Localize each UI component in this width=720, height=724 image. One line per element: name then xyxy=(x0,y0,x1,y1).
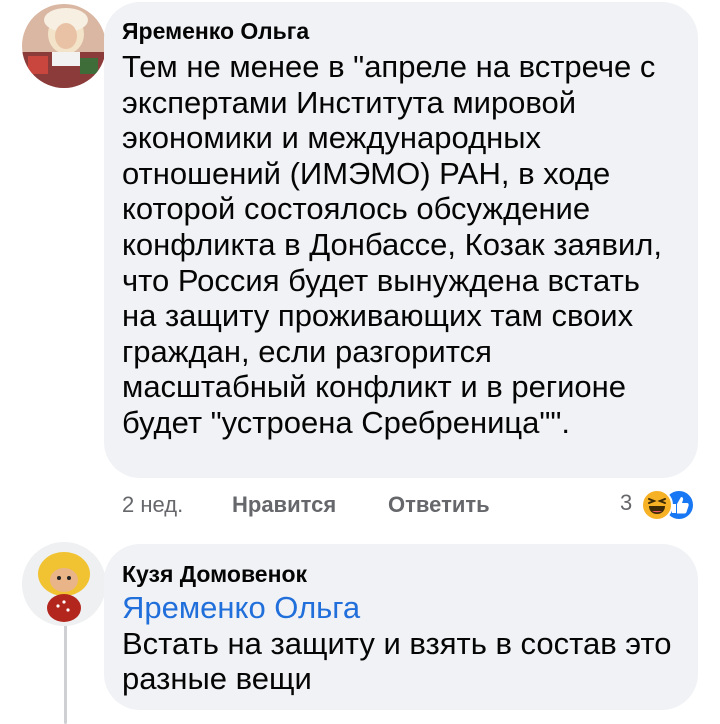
like-button[interactable]: Нравится xyxy=(232,492,336,518)
avatar-photo xyxy=(22,542,106,626)
comment-text-line: граждан, если разгорится xyxy=(122,333,492,369)
comment-text-line: экспертами Института мировой xyxy=(122,84,577,120)
comment-text-line: которой состоялось обсуждение xyxy=(122,191,591,227)
avatar[interactable] xyxy=(22,4,106,88)
reaction-count: 3 xyxy=(620,490,633,515)
reaction-summary[interactable]: 3 xyxy=(620,488,704,522)
comment-text-line: Тем не менее в "апреле на встрече с xyxy=(122,49,656,84)
haha-icon xyxy=(640,488,674,527)
comment-text-line: конфликта в Донбассе, Козак заявил, xyxy=(122,226,662,262)
avatar[interactable] xyxy=(22,542,106,626)
comment-text-line: что Россия будет вынуждена встать xyxy=(122,262,640,298)
comment-text-line: экономики и международных xyxy=(122,120,542,156)
comment-text-line: на защиту проживающих там своих xyxy=(122,298,634,334)
avatar-photo xyxy=(22,4,106,88)
reply-button[interactable]: Ответить xyxy=(388,492,490,518)
comment-text-line: Встать на защиту и взять в состав это xyxy=(122,625,672,661)
comment-text-line: отношений (ИМЭМО) РАН, в ходе xyxy=(122,155,611,191)
comment-text-line: будет "устроена Сребреница"". xyxy=(122,404,571,440)
mention-link[interactable]: Яременко Ольга xyxy=(122,590,672,626)
comment-text: Тем не менее в "апреле на встрече с эксп… xyxy=(122,49,662,441)
comment-author[interactable]: Кузя Домовенок xyxy=(122,561,307,588)
reply-thread-line xyxy=(64,620,67,724)
comment-author[interactable]: Яременко Ольга xyxy=(122,18,309,45)
comment-timestamp[interactable]: 2 нед. xyxy=(122,492,183,518)
comment-text: Яременко Ольга Встать на защиту и взять … xyxy=(122,590,672,697)
comment-text-line: масштабный конфликт и в регионе xyxy=(122,369,627,405)
comment-text-line: разные вещи xyxy=(122,661,312,697)
